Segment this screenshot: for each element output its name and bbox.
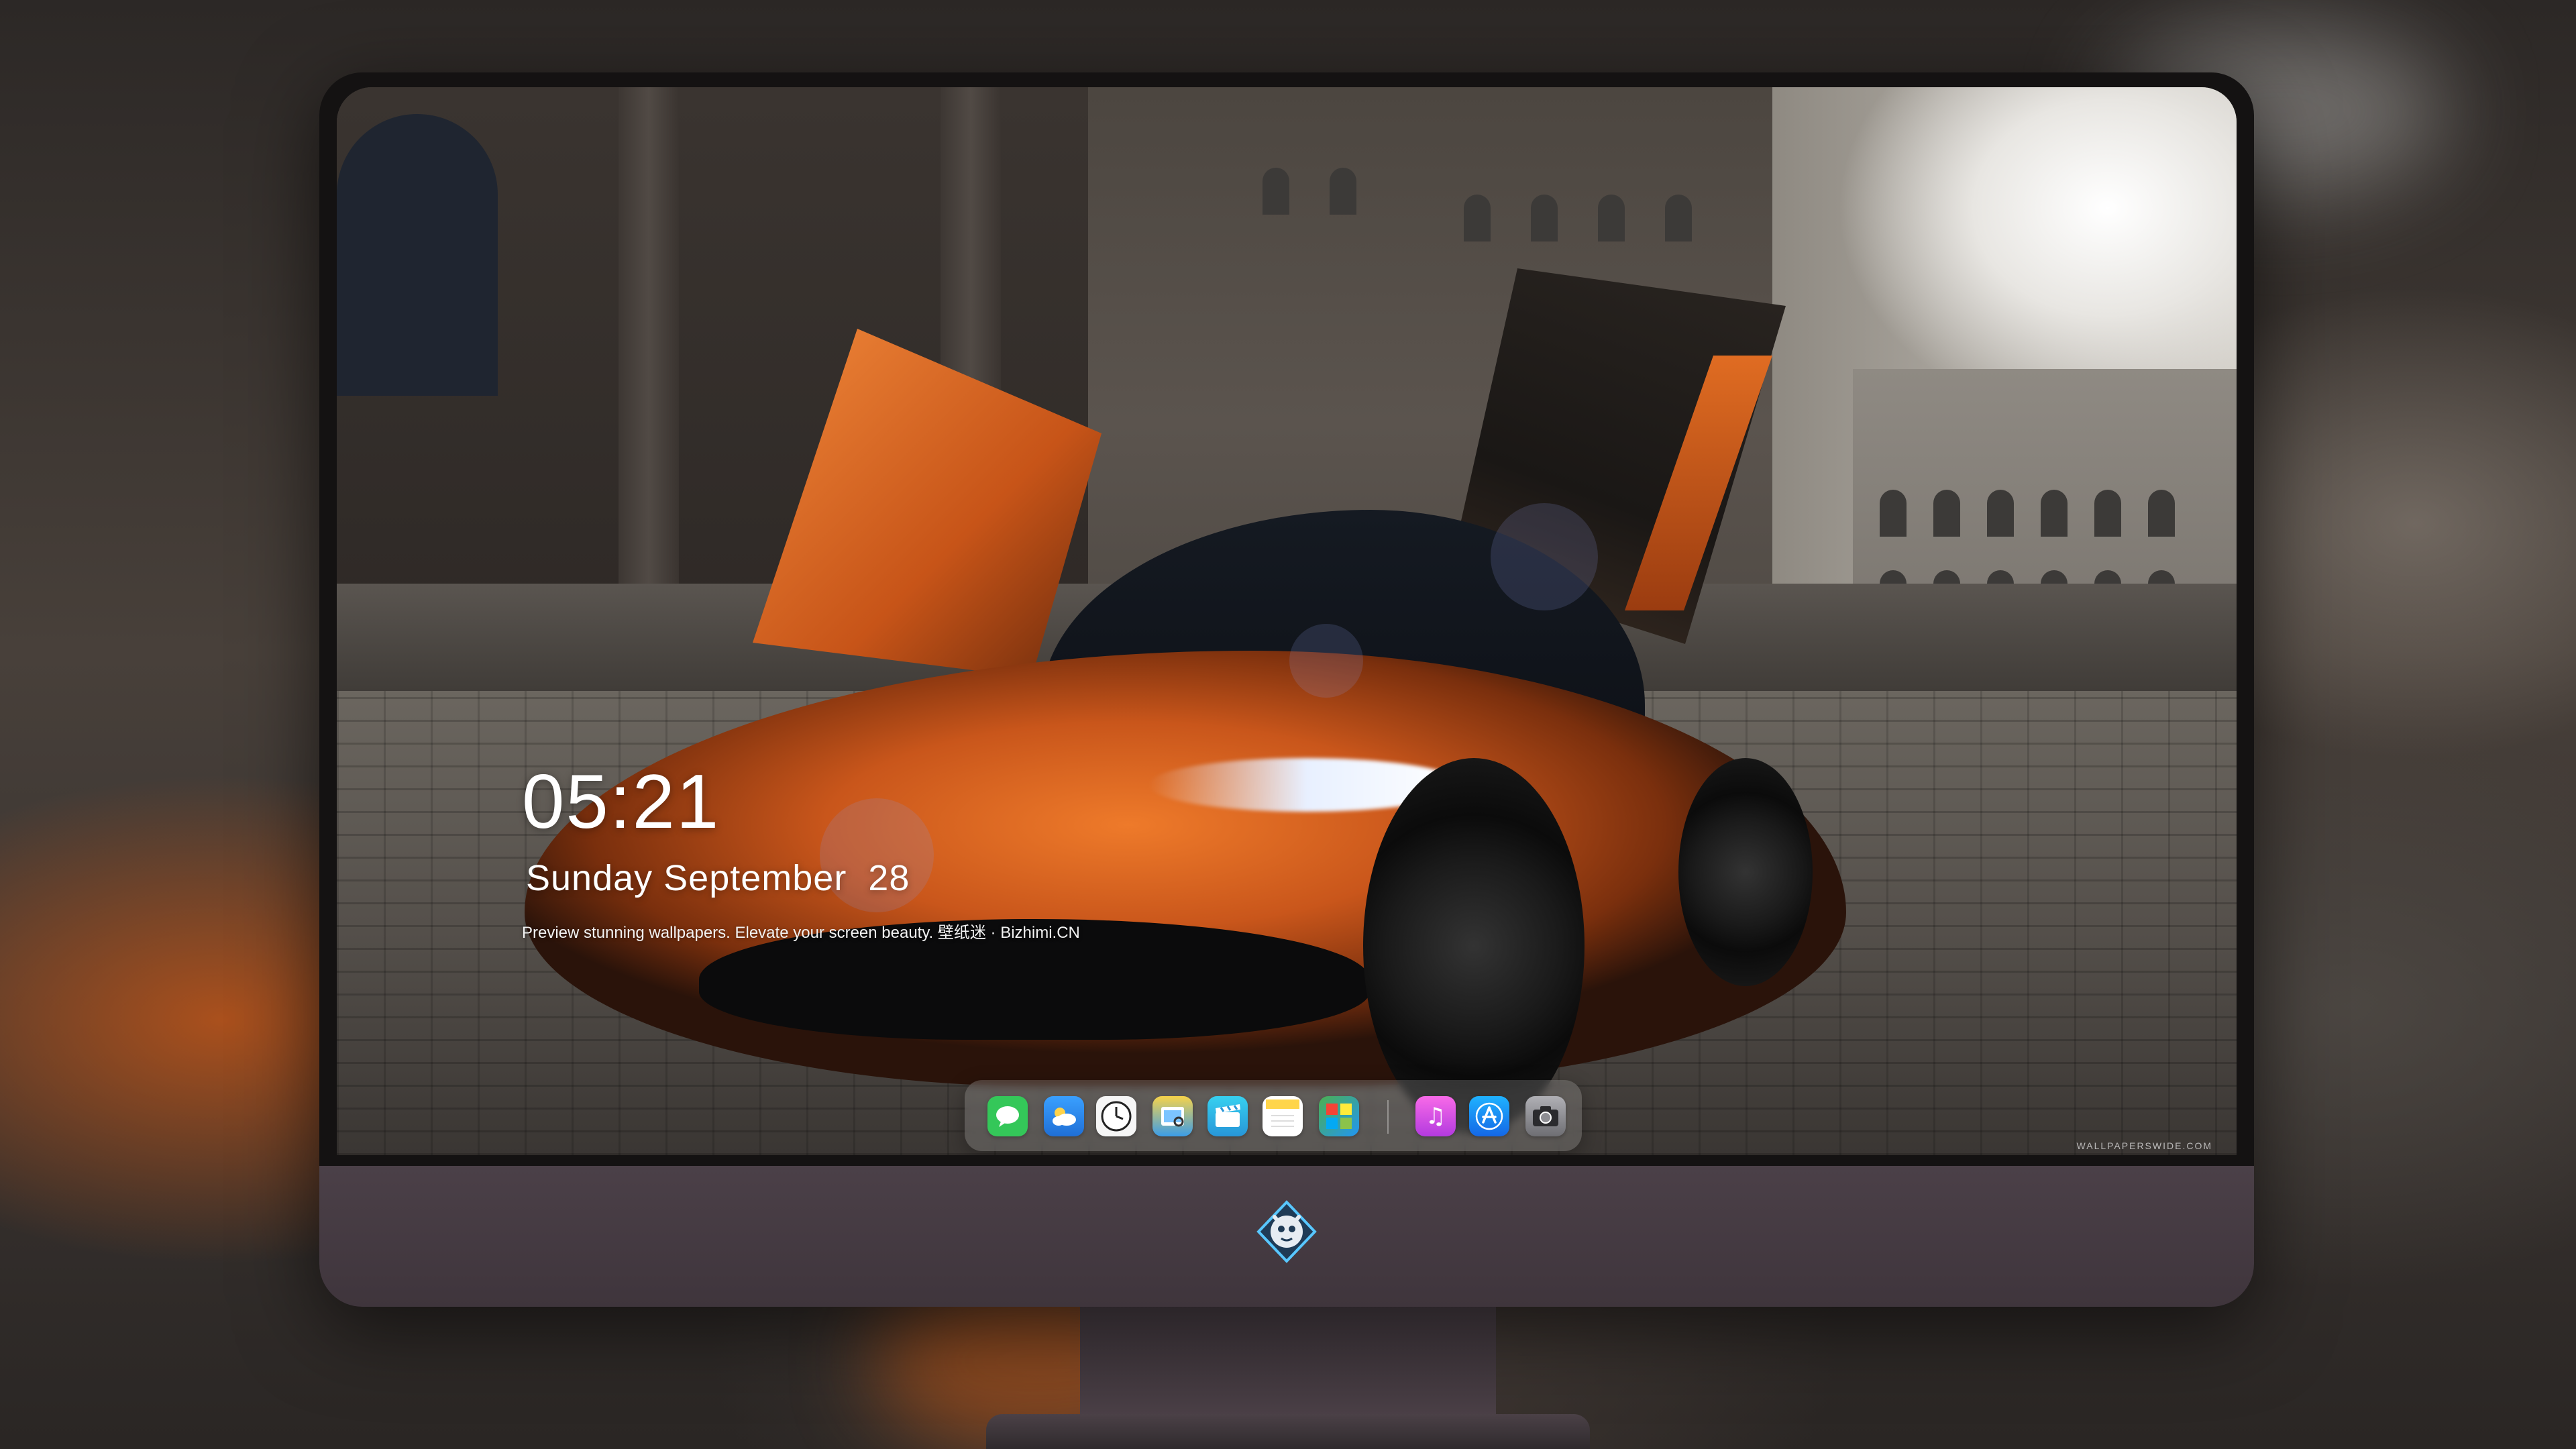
preview-icon[interactable] xyxy=(1152,1096,1193,1136)
music-icon[interactable]: ♫ xyxy=(1415,1096,1456,1136)
lockscreen-time: 05:21 xyxy=(522,759,720,845)
wallpaper: WALLPAPERSWIDE.COM xyxy=(337,87,2237,1155)
dock: ♫ xyxy=(965,1080,1582,1151)
clock-icon[interactable] xyxy=(1096,1096,1136,1136)
desktop-screen: WALLPAPERSWIDE.COM 05:21 Sunday Septembe… xyxy=(337,87,2237,1155)
monitor: WALLPAPERSWIDE.COM 05:21 Sunday Septembe… xyxy=(319,72,2254,1307)
wallpaper-watermark: WALLPAPERSWIDE.COM xyxy=(2076,1140,2212,1151)
car-front-wheel xyxy=(1363,758,1585,1134)
photo-booth-icon[interactable] xyxy=(1319,1096,1359,1136)
messages-icon[interactable] xyxy=(987,1096,1028,1136)
app-store-icon[interactable] xyxy=(1469,1096,1509,1136)
lockscreen-date: Sunday September 28 xyxy=(526,858,910,898)
weather-icon[interactable] xyxy=(1044,1096,1084,1136)
dock-separator xyxy=(1387,1100,1389,1134)
lockscreen-tagline: Preview stunning wallpapers. Elevate you… xyxy=(522,924,1080,942)
camera-icon[interactable] xyxy=(1525,1096,1566,1136)
notes-icon[interactable] xyxy=(1263,1096,1303,1136)
car-rear-wheel xyxy=(1678,758,1813,986)
clips-icon[interactable] xyxy=(1208,1096,1248,1136)
mascot-logo-icon xyxy=(1256,1200,1317,1263)
monitor-stand-neck xyxy=(1080,1307,1496,1414)
monitor-stand-foot xyxy=(986,1414,1590,1449)
